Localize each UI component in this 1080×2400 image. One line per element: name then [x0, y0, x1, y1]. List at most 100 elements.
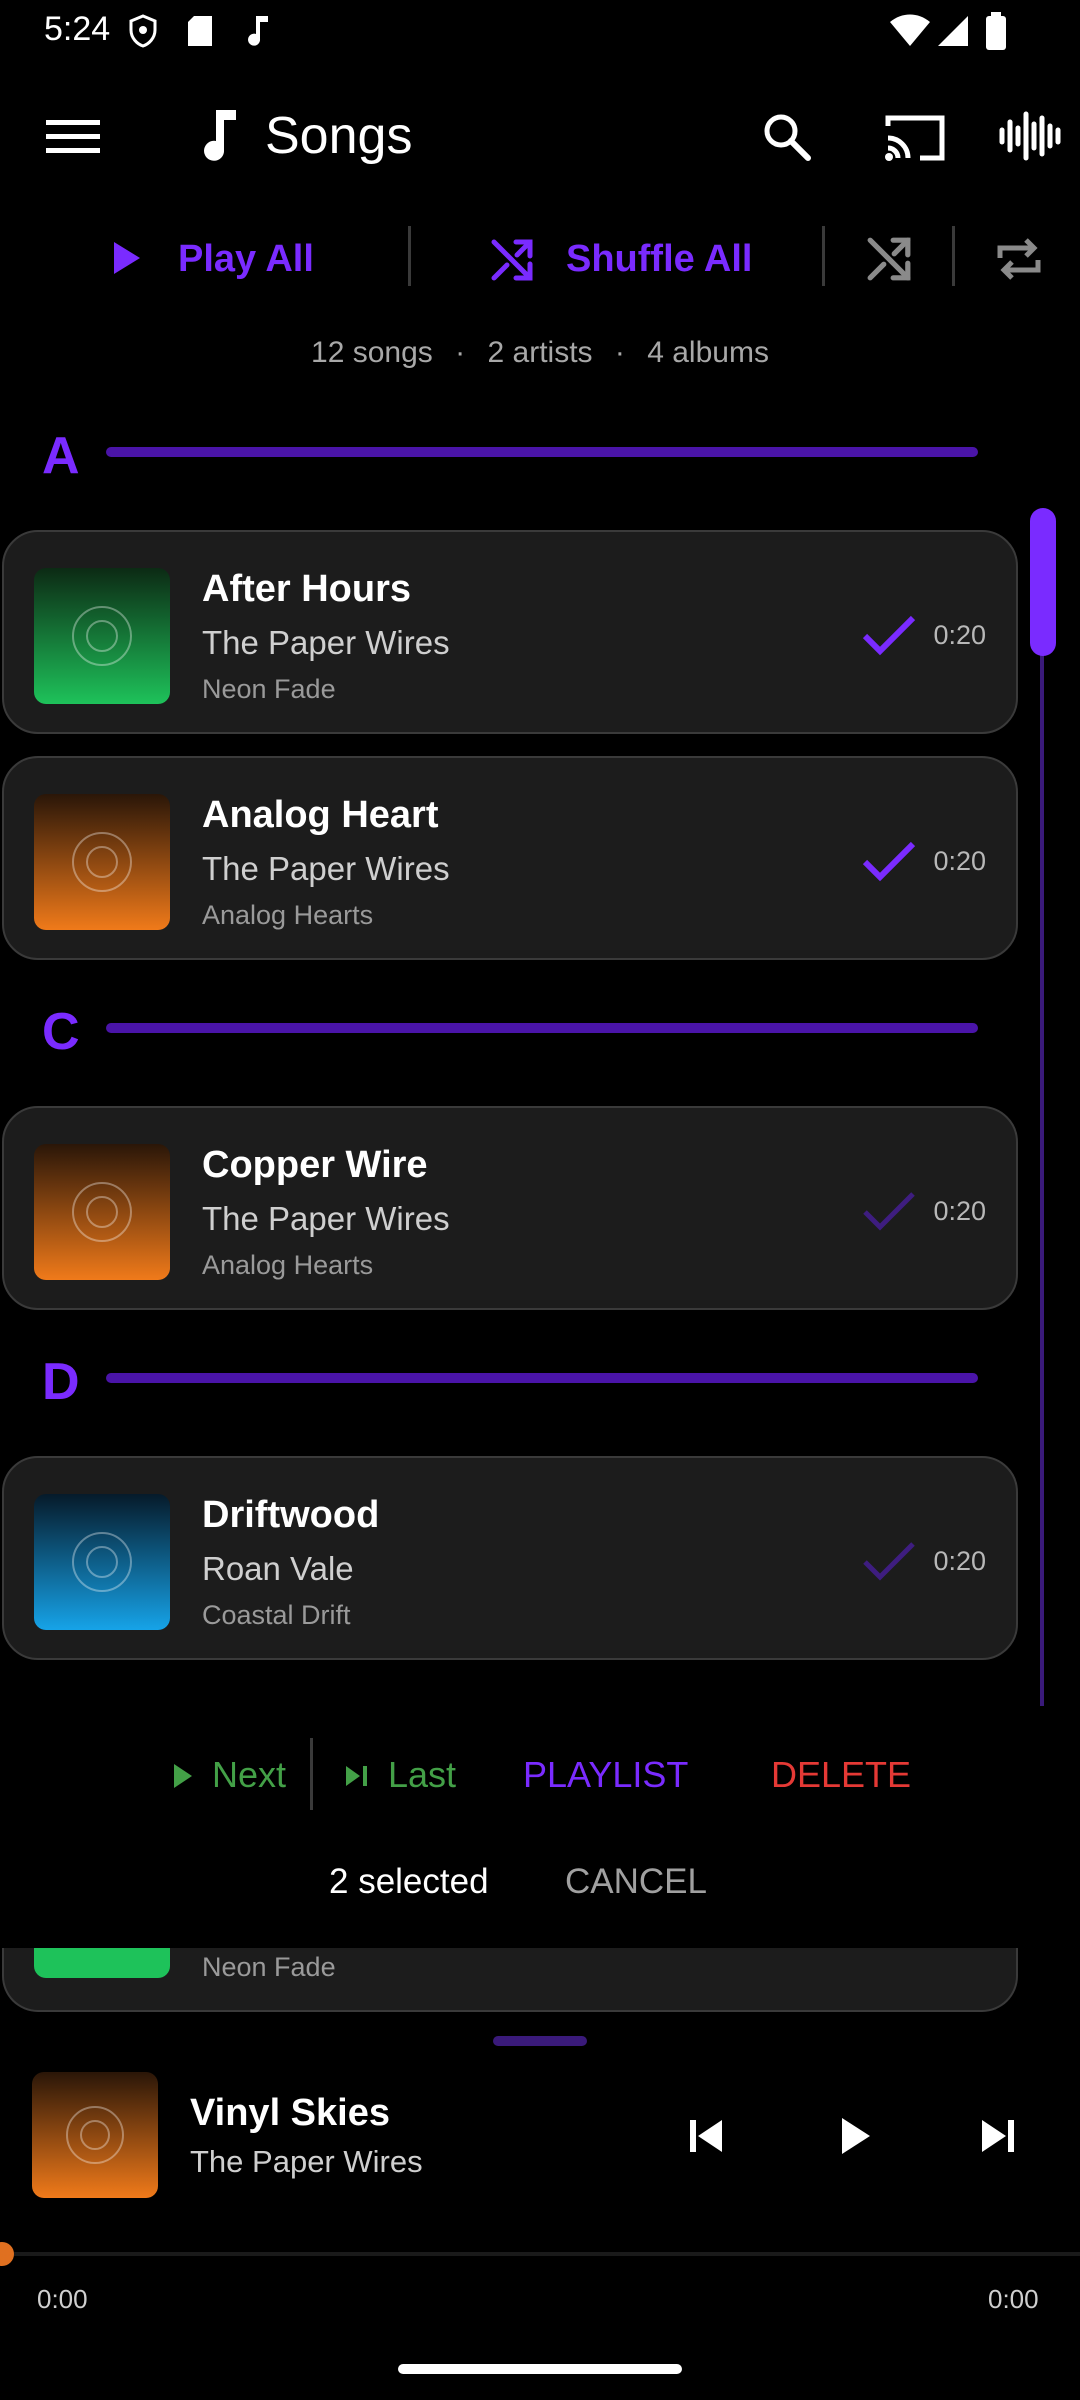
- album-art: [34, 1494, 170, 1630]
- page-title: Songs: [265, 107, 413, 165]
- checkmark-icon[interactable]: [862, 840, 916, 884]
- shuffle-all-label: Shuffle All: [566, 238, 753, 280]
- play-icon: [114, 242, 140, 274]
- next-icon[interactable]: [978, 2116, 1018, 2156]
- song-title: Driftwood: [202, 1494, 380, 1536]
- section-letter: A: [42, 427, 80, 485]
- song-album: Coastal Drift: [202, 1600, 351, 1630]
- play-icon: [174, 1764, 192, 1788]
- add-to-playlist-button[interactable]: PLAYLIST: [523, 1754, 688, 1796]
- song-title: Copper Wire: [202, 1144, 428, 1186]
- album-art: [34, 794, 170, 930]
- section-header-a: A: [0, 420, 1000, 490]
- song-card[interactable]: Analog Heart The Paper Wires Analog Hear…: [2, 756, 1018, 960]
- waveform-icon[interactable]: [998, 110, 1066, 162]
- cancel-button[interactable]: CANCEL: [565, 1862, 707, 1902]
- song-artist: The Paper Wires: [202, 850, 450, 887]
- song-card-partial[interactable]: Neon Fade: [2, 1948, 1018, 2012]
- song-duration: 0:20: [933, 1196, 986, 1226]
- album-art: [34, 1948, 170, 1978]
- previous-icon[interactable]: [686, 2116, 726, 2156]
- play-last-button[interactable]: Last: [340, 1748, 470, 1802]
- album-art: [34, 568, 170, 704]
- play-next-button[interactable]: Next: [168, 1748, 298, 1802]
- progress-track[interactable]: [0, 2252, 1080, 2256]
- shuffle-icon: [491, 239, 533, 281]
- song-artist: The Paper Wires: [202, 1200, 450, 1237]
- library-stats: 12 songs · 2 artists · 4 albums: [0, 336, 1080, 370]
- song-artist: The Paper Wires: [202, 624, 450, 661]
- song-count: 12 songs: [311, 336, 433, 369]
- section-letter: D: [42, 1353, 80, 1411]
- stats-separator: ·: [455, 336, 466, 369]
- shield-icon: [129, 14, 157, 48]
- battery-icon: [986, 12, 1006, 50]
- app-bar: Songs: [0, 80, 1080, 190]
- song-card[interactable]: After Hours The Paper Wires Neon Fade 0:…: [2, 530, 1018, 734]
- album-count: 4 albums: [647, 336, 769, 369]
- cast-icon[interactable]: [884, 112, 946, 162]
- wifi-icon: [890, 14, 930, 46]
- drag-handle[interactable]: [493, 2036, 587, 2046]
- song-album: Neon Fade: [202, 1952, 336, 1982]
- checkmark-icon[interactable]: [862, 1540, 916, 1584]
- section-header-c: C: [0, 996, 1000, 1066]
- status-time: 5:24: [44, 10, 111, 48]
- repeat-icon[interactable]: [994, 234, 1044, 284]
- checkmark-icon[interactable]: [862, 614, 916, 658]
- song-card[interactable]: Driftwood Roan Vale Coastal Drift 0:20: [2, 1456, 1018, 1660]
- stats-separator: ·: [614, 336, 625, 369]
- section-divider: [106, 447, 978, 457]
- menu-icon[interactable]: [46, 120, 100, 154]
- section-divider: [106, 1023, 978, 1033]
- mini-player[interactable]: Vinyl Skies The Paper Wires 0:00 0:00: [0, 2020, 1080, 2400]
- song-duration: 0:20: [933, 846, 986, 876]
- status-bar: 5:24: [0, 0, 1080, 62]
- play-last-label: Last: [388, 1754, 457, 1795]
- divider: [408, 226, 411, 286]
- selected-count: 2 selected: [329, 1862, 489, 1901]
- selection-action-bar: Next Last PLAYLIST DELETE 2 selected CAN…: [0, 1708, 1080, 1948]
- checkmark-icon[interactable]: [862, 1190, 916, 1234]
- skip-to-end-icon: [346, 1766, 367, 1786]
- song-duration: 0:20: [933, 620, 986, 650]
- shuffle-all-button[interactable]: Shuffle All: [490, 230, 760, 290]
- playback-controls-row: Play All Shuffle All: [0, 220, 1080, 300]
- album-art: [34, 1144, 170, 1280]
- artist-count: 2 artists: [487, 336, 593, 369]
- divider: [952, 226, 955, 286]
- sd-card-icon: [188, 16, 212, 46]
- now-playing-title: Vinyl Skies: [190, 2092, 390, 2134]
- elapsed-time: 0:00: [37, 2284, 88, 2314]
- play-all-label: Play All: [178, 238, 314, 280]
- divider: [822, 226, 825, 286]
- music-note-icon: [204, 110, 236, 161]
- song-album: Analog Hearts: [202, 1250, 374, 1280]
- song-album: Analog Hearts: [202, 900, 374, 930]
- play-next-label: Next: [212, 1754, 287, 1795]
- shuffle-toggle-icon[interactable]: [866, 236, 912, 282]
- section-letter: C: [42, 1003, 80, 1061]
- song-card[interactable]: Copper Wire The Paper Wires Analog Heart…: [2, 1106, 1018, 1310]
- total-time: 0:00: [988, 2284, 1039, 2314]
- song-title: After Hours: [202, 568, 412, 610]
- section-divider: [106, 1373, 978, 1383]
- signal-icon: [938, 16, 968, 46]
- search-icon[interactable]: [762, 112, 812, 162]
- song-duration: 0:20: [933, 1546, 986, 1576]
- home-gesture-bar[interactable]: [398, 2364, 682, 2374]
- play-icon[interactable]: [838, 2114, 874, 2158]
- song-title: Analog Heart: [202, 794, 439, 836]
- music-note-status-icon: [248, 16, 268, 46]
- divider: [310, 1738, 313, 1810]
- scrollbar-track: [1040, 510, 1044, 1706]
- delete-button[interactable]: DELETE: [771, 1754, 911, 1796]
- song-album: Neon Fade: [202, 674, 336, 704]
- progress-thumb[interactable]: [0, 2242, 14, 2266]
- section-header-d: D: [0, 1346, 1000, 1416]
- album-art: [32, 2072, 158, 2198]
- now-playing-artist: The Paper Wires: [190, 2144, 423, 2179]
- scrollbar-thumb[interactable]: [1030, 508, 1056, 656]
- song-artist: Roan Vale: [202, 1550, 354, 1587]
- play-all-button[interactable]: Play All: [108, 230, 368, 290]
